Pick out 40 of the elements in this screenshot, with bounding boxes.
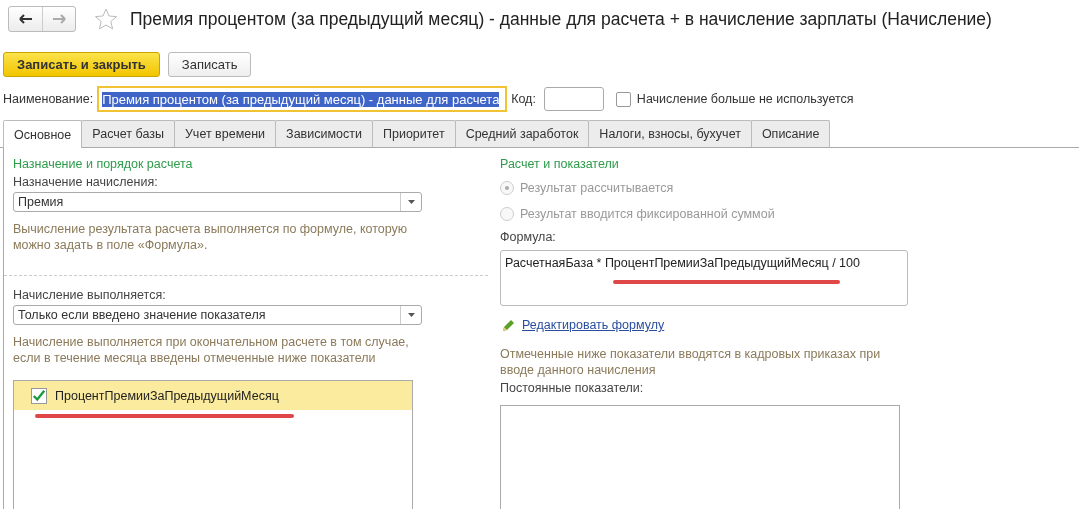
tab[interactable]: Учет времени (173, 120, 277, 147)
edit-formula-link[interactable]: Редактировать формулу (522, 318, 665, 332)
tab[interactable]: Расчет базы (81, 120, 175, 147)
section-title: Назначение и порядок расчета (13, 157, 194, 172)
code-label: Код: (511, 92, 536, 106)
tab[interactable]: Средний заработок (454, 120, 590, 147)
indicator-name: ПроцентПремииЗаПредыдущийМесяц (55, 388, 279, 403)
hint-text: Вычисление результата расчета выполняется по формуле, которую можно задать в поле «Формула». (13, 221, 409, 254)
dropdown-caret-icon (407, 313, 415, 318)
name-label: Наименование: (3, 92, 94, 106)
checkbox-label: Начисление больше не используется (636, 92, 854, 106)
purpose-dropdown[interactable]: Премия (13, 191, 422, 213)
name-field[interactable]: Премия процентом (за предыдущий месяц) - данные для расчета (97, 86, 508, 112)
radio-label: Результат рассчитывается (520, 181, 674, 195)
section-title: Расчет и показатели (500, 157, 620, 173)
tab[interactable]: Приоритет (371, 120, 456, 147)
radio-label: Результат вводится фиксированной суммой (520, 207, 775, 221)
pencil-icon (502, 318, 516, 332)
save-and-close-button[interactable]: Записать и закрыть (3, 52, 160, 77)
checkbox[interactable] (31, 387, 47, 404)
field-label: Назначение начисления: (13, 174, 159, 190)
checkbox[interactable] (615, 91, 631, 107)
tab[interactable]: Описание (750, 120, 831, 147)
field-label: Формула: (500, 230, 557, 246)
hint-text: Отмеченные ниже показатели вводятся в кадровых приказах при вводе данного начисления (500, 346, 882, 378)
tab[interactable]: Основное (3, 120, 83, 148)
field-label: Постоянные показатели: (500, 381, 645, 397)
save-button[interactable]: Записать (167, 52, 252, 77)
tab[interactable]: Зависимости (275, 120, 373, 147)
formula-field[interactable]: РасчетнаяБаза * ПроцентПремииЗаПредыдущийМесяц / 100 (500, 250, 908, 306)
code-field[interactable] (543, 87, 604, 111)
mode-dropdown[interactable]: Только если введено значение показателя (13, 305, 422, 326)
field-label: Начисление выполняется: (13, 288, 167, 303)
forward-arrow-icon (52, 14, 66, 24)
star-icon[interactable] (94, 7, 118, 31)
tab[interactable]: Налоги, взносы, бухучет (588, 120, 752, 147)
dropdown-caret-icon (407, 199, 415, 204)
hint-text: Начисление выполняется при окончательном расчете в том случае, если в течение месяца введены отмеченные ниже показатели (13, 334, 410, 367)
window-title: Премия процентом (за предыдущий месяц) - данные для расчета + в начисление зарплаты (Начисление) (130, 8, 992, 30)
back-arrow-icon (18, 14, 33, 24)
